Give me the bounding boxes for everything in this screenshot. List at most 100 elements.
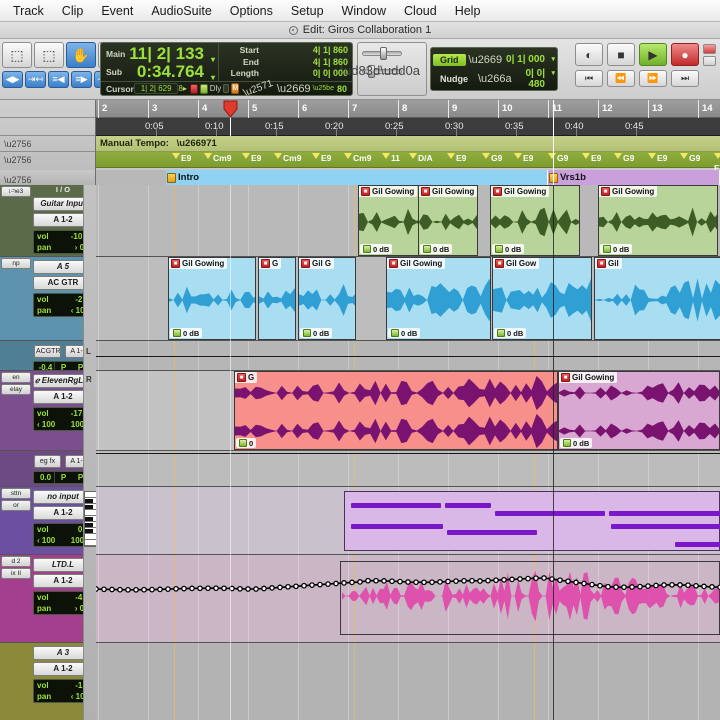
dly-led[interactable] (223, 84, 230, 93)
transport-loop-playback[interactable]: ◐ (575, 43, 603, 66)
audio-clip[interactable]: ■ Gil Gowing 0 dB (418, 185, 478, 256)
clip-name-label[interactable]: ■ G (235, 372, 258, 383)
audio-clip[interactable]: ■ Gil Gowing 0 dB (168, 257, 256, 340)
menu-item-help[interactable]: Help (446, 4, 490, 18)
sub-counter-value[interactable]: 0:34.764 ▾ (122, 63, 218, 83)
zoom-audio[interactable]: ≡◀ (48, 71, 69, 88)
audio-clip[interactable]: ■ G 0 (234, 371, 558, 450)
clip-gain-handle-icon[interactable] (173, 329, 181, 337)
speaker-icon[interactable]: \ud83d\udd0a (340, 63, 420, 78)
track-control-pill[interactable]: ix II (1, 568, 31, 579)
transport-return-to-zero[interactable]: ⏮ (575, 70, 603, 87)
chord-symbol[interactable]: G9 (482, 153, 502, 163)
tempo-expand-icon[interactable]: \u2756 (0, 139, 32, 149)
clip-gain-label[interactable]: 0 dB (360, 244, 393, 254)
clip-gain-label[interactable]: 0 dB (170, 328, 203, 338)
clip-gain-label[interactable]: 0 dB (388, 328, 421, 338)
grid-row[interactable]: Grid \u2669 0| 1| 000 ▾ (433, 50, 555, 69)
menu-item-options[interactable]: Options (221, 4, 282, 18)
track-header-left-controls[interactable]: ube3 (0, 185, 32, 256)
clip-gain-label[interactable]: 0 dB (600, 244, 633, 254)
end-value[interactable]: 4| 1| 860 (263, 57, 352, 69)
audio-clip[interactable]: ■ Gil G 0 dB (298, 257, 356, 340)
track-lane-a3[interactable] (96, 643, 720, 720)
insert-slot-a[interactable]: ACGTR (34, 345, 61, 358)
track-header-a-5[interactable]: npA 5AC GTRvol-2.1pan‹ 100 (0, 257, 96, 341)
clip-name-label[interactable]: ■ Gil G (299, 258, 335, 269)
track-lane-acgtr-automation[interactable] (96, 341, 720, 371)
audio-clip[interactable]: ■ Gil Gowing 0 dB (598, 185, 718, 256)
chord-symbol[interactable]: Cm9 (344, 153, 371, 163)
menu-item-clip[interactable]: Clip (53, 4, 93, 18)
menu-item-cloud[interactable]: Cloud (395, 4, 446, 18)
menu-item-track[interactable]: Track (4, 4, 53, 18)
track-lane-elevenrig[interactable]: ■ G 0 ■ Gil Gowing 0 dB (96, 371, 720, 451)
zoom-midi[interactable]: ≡▶ (71, 71, 92, 88)
midi-note[interactable] (447, 530, 537, 535)
clip-gain-handle-icon[interactable] (239, 439, 247, 447)
audio-clip[interactable]: ■ Gil Gowing 0 dB (558, 371, 720, 450)
menu-item-event[interactable]: Event (92, 4, 142, 18)
menu-item-audiosuite[interactable]: AudioSuite (142, 4, 220, 18)
menu-item-window[interactable]: Window (333, 4, 395, 18)
tempo-ruler[interactable]: Manual Tempo: \u266971 (96, 136, 720, 152)
grabber-tool[interactable]: ✋ (66, 42, 96, 68)
clip-name-label[interactable]: ■ Gil (595, 258, 622, 269)
track-lane-midi[interactable] (96, 487, 720, 555)
main-sub-counters[interactable]: Main 11| 2| 133 ▾ Sub 0:34.764 ▾ (101, 43, 219, 83)
menu-item-setup[interactable]: Setup (282, 4, 333, 18)
chord-expand-icon[interactable]: \u2756 (0, 155, 32, 165)
grid-value[interactable]: 0| 1| 000 ▾ (504, 54, 555, 65)
mini-slider-knob[interactable] (380, 47, 387, 60)
volume-automation-line[interactable] (93, 555, 720, 642)
selection-counters[interactable]: Start End Length 4| 1| 860 4| 1| 860 0| … (219, 43, 352, 81)
clip-name-label[interactable]: ■ Gil Gow (493, 258, 540, 269)
track-control-pill[interactable]: en (1, 372, 31, 383)
main-counter-value[interactable]: 11| 2| 133 ▾ (125, 45, 218, 65)
zoomer-tool[interactable]: ⬚ (2, 42, 32, 68)
chord-symbol[interactable]: E9 (582, 153, 601, 163)
clip-gain-label[interactable]: 0 (236, 438, 257, 448)
nudge-row[interactable]: Nudge \u266a 0| 0| 480 ▾ (433, 68, 555, 90)
mini-fader-panel[interactable]: \ud83d\udd0a (340, 42, 427, 96)
chord-ruler[interactable]: E9Cm9E9Cm9E9Cm911D/AE9G9E9G9E9G9E9G9E9G9… (96, 152, 720, 173)
audio-clip[interactable]: ■ G (258, 257, 296, 340)
track-header-left-controls[interactable]: en elay (0, 371, 32, 450)
zoom-out-horizontal[interactable]: ◀▶ (2, 71, 23, 88)
chord-symbol[interactable]: E9 (312, 153, 331, 163)
track-control-pill[interactable]: d 2 (1, 556, 31, 567)
chord-symbol[interactable]: G9 (680, 153, 700, 163)
track-control-pill[interactable]: np (1, 258, 31, 269)
clip-name-label[interactable]: ■ G (259, 258, 282, 269)
audio-clip[interactable]: ■ Gil Gowing 0 dB (386, 257, 491, 340)
chord-symbol[interactable]: E9 (172, 153, 191, 163)
tempo-value[interactable]: 80 (337, 84, 352, 94)
track-lane-ltd-l[interactable] (93, 555, 720, 643)
clip-name-label[interactable]: ■ Gil Gowing (491, 186, 550, 197)
clip-gain-handle-icon[interactable] (423, 245, 431, 253)
midi-note[interactable] (351, 503, 441, 508)
record-leds[interactable] (703, 43, 716, 66)
track-header-left-controls[interactable] (0, 451, 32, 486)
clip-name-label[interactable]: ■ Gil Gowing (359, 186, 418, 197)
bars-beats-ruler[interactable]: 2 3 4 5 6 7 8 9 10 11 12 13 14 (96, 100, 720, 118)
clip-name-label[interactable]: ■ Gil Gowing (169, 258, 228, 269)
clip-gain-handle-icon[interactable] (495, 245, 503, 253)
clip-gain-label[interactable]: 0 dB (494, 328, 527, 338)
markers-ruler[interactable]: \u2756 IntroVrs1aVrs1b (0, 170, 720, 185)
chord-symbol[interactable]: E9 (447, 153, 466, 163)
chord-symbol[interactable]: Cm9 (204, 153, 231, 163)
min-secs-ruler[interactable]: 0:05 0:10 0:15 0:20 0:25 0:30 0:35 0:40 0:45 (96, 118, 720, 136)
clip-name-label[interactable]: ■ Gil Gowing (559, 372, 618, 383)
midi-note[interactable] (611, 524, 720, 529)
midi-note[interactable] (495, 511, 605, 516)
chord-symbol[interactable]: D/A (409, 153, 433, 163)
track-header-left-controls[interactable] (0, 643, 32, 720)
audio-clip[interactable]: ■ Gil Gow 0 dB (492, 257, 592, 340)
clip-name-label[interactable]: ■ Gil Gowing (387, 258, 446, 269)
start-value[interactable]: 4| 1| 860 (263, 45, 352, 57)
track-lane-ac-gtr[interactable]: ■ Gil Gowing 0 dB ■ G ■ Gil G 0 dB ■ Gil Gowing 0 … (96, 257, 720, 341)
insert-slot-a[interactable]: eg fx (34, 455, 61, 468)
transport-record[interactable]: ● (671, 43, 699, 66)
clip-gain-handle-icon[interactable] (363, 245, 371, 253)
